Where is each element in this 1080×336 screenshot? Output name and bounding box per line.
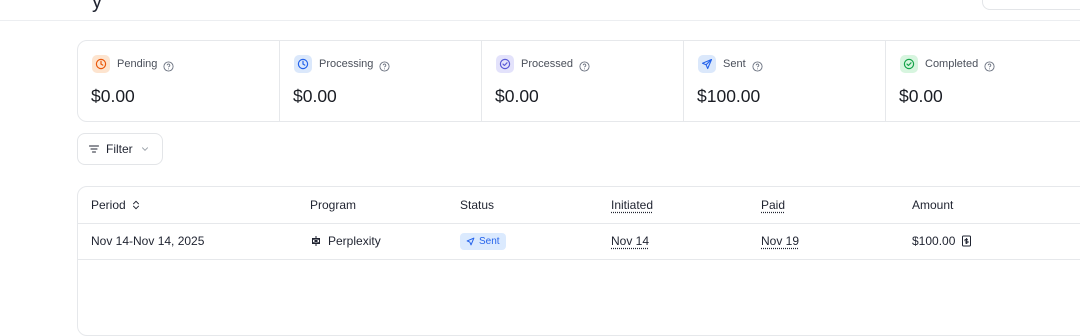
stat-value: $100.00 (697, 86, 761, 106)
send-icon (698, 55, 716, 73)
stat-pending: Pending $0.00 (78, 41, 280, 121)
stat-label: Sent (723, 58, 746, 70)
filter-button[interactable]: Filter (77, 133, 163, 165)
stat-label: Processing (319, 58, 374, 70)
column-label: Period (91, 198, 126, 212)
stat-label: Pending (117, 58, 158, 70)
help-icon[interactable] (163, 59, 174, 72)
stat-processing: Processing $0.00 (280, 41, 482, 121)
help-icon[interactable] (984, 59, 995, 72)
stat-value: $0.00 (293, 86, 337, 106)
check-circle-icon (496, 55, 514, 73)
receipt-icon[interactable] (961, 235, 972, 247)
stat-processed: Processed $0.00 (482, 41, 684, 121)
send-icon (466, 237, 475, 245)
column-paid: Paid (761, 198, 786, 212)
filter-lines-icon (88, 145, 100, 153)
column-amount: Amount (912, 198, 954, 212)
stat-label: Processed (521, 58, 573, 70)
stat-value: $0.00 (495, 86, 539, 106)
column-initiated: Initiated (611, 198, 654, 212)
paid-cell: Nov 19 (761, 234, 800, 248)
program-name: Perplexity (328, 234, 381, 248)
stat-value: $0.00 (899, 86, 943, 106)
stat-label: Completed (925, 58, 979, 70)
period-cell: Nov 14-Nov 14, 2025 (91, 234, 205, 248)
table-row[interactable]: Nov 14-Nov 14, 2025 Perplexity Sent Nov … (78, 223, 1080, 260)
filter-label: Filter (106, 142, 133, 156)
clock-icon (92, 55, 110, 73)
payouts-table: Period Program Status Initiated Paid Amo… (77, 186, 1080, 336)
program-cell: Perplexity (310, 223, 381, 259)
help-icon[interactable] (752, 59, 763, 72)
column-status: Status (460, 198, 495, 212)
status-cell: Sent (460, 223, 506, 259)
column-period[interactable]: Period (91, 187, 140, 223)
help-icon[interactable] (579, 59, 590, 72)
initiated-cell: Nov 14 (611, 234, 650, 248)
check-circle-icon (900, 55, 918, 73)
status-badge: Sent (460, 232, 506, 250)
stat-sent: Sent $100.00 (684, 41, 886, 121)
payout-stats: Pending $0.00 Processing $0.00 Processed… (77, 40, 1080, 122)
status-label: Sent (479, 235, 500, 247)
amount-cell: $100.00 (912, 223, 972, 259)
page-title: y (92, 0, 102, 13)
column-program: Program (310, 198, 357, 212)
header-action-button[interactable] (982, 0, 1080, 10)
stat-value: $0.00 (91, 86, 135, 106)
help-icon[interactable] (379, 59, 390, 72)
sort-icon (132, 200, 139, 210)
clock-icon (294, 55, 312, 73)
stat-completed: Completed $0.00 (886, 41, 1080, 121)
chevron-down-icon (141, 147, 148, 152)
table-header: Period Program Status Initiated Paid Amo… (78, 187, 1080, 224)
page-header: y (0, 0, 1080, 21)
perplexity-logo-icon (312, 236, 320, 246)
amount-value: $100.00 (912, 234, 956, 248)
